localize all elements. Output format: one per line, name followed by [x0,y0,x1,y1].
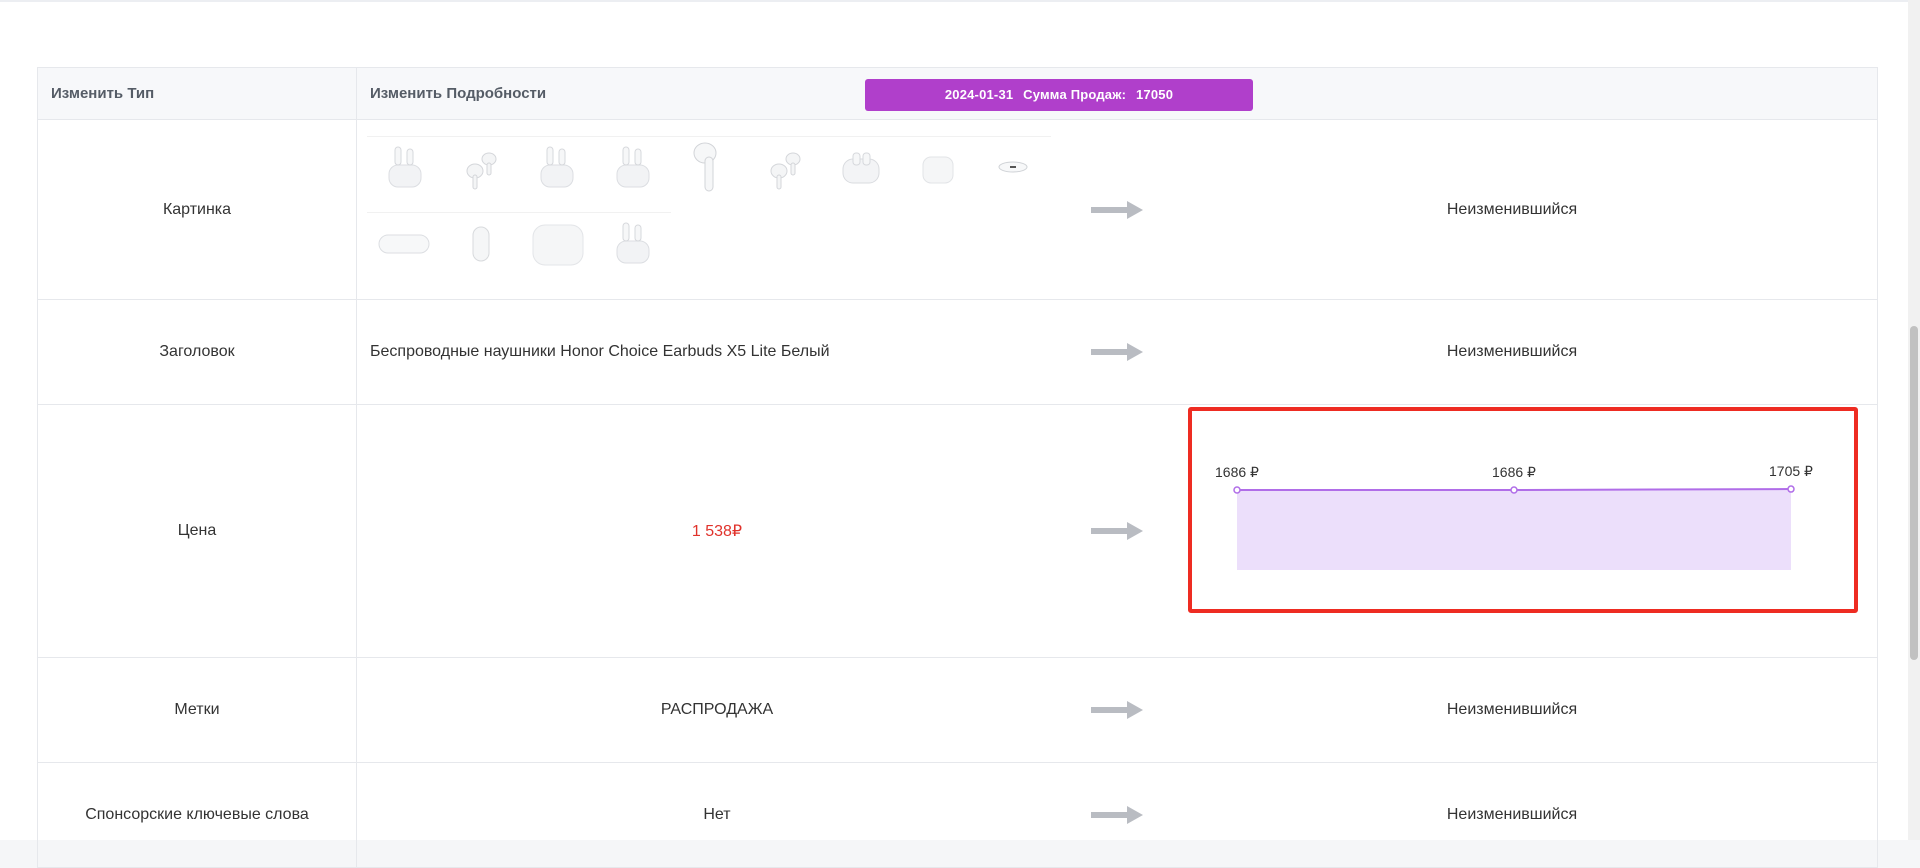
new-value: Неизменившийся [1446,806,1578,823]
vertical-scrollbar[interactable] [1908,0,1920,840]
single-earbud-icon[interactable] [671,136,747,196]
row-type-label: Цена [37,404,357,658]
earbuds-pair-icon[interactable] [747,136,823,196]
old-value: РАСПРОДАЖА [660,701,774,718]
arrow-right-icon [1091,343,1143,361]
new-value: Неизменившийся [1446,343,1578,360]
earbuds-case-icon[interactable] [823,136,899,196]
price-history-chart[interactable]: 1686 ₽ 1686 ₽ 1705 ₽ [1188,407,1858,613]
table-row: Цена 1 538₽ 1686 ₽ 1686 ₽ 1705 ₽ [37,404,1878,658]
table-row: Спонсорские ключевые слова Нет Неизменив… [37,762,1878,868]
old-price: 1 538₽ [691,523,743,540]
case-closed-icon[interactable] [519,212,595,272]
table-row: Картинка Неизменившийся [37,119,1878,300]
table-row: Метки РАСПРОДАЖА Неизменившийся [37,657,1878,763]
arrow-right-icon [1091,806,1143,824]
earbuds-case-open-icon[interactable] [367,136,443,196]
earbuds-case-open-icon[interactable] [595,136,671,196]
price-data-label: 1705 ₽ [1769,463,1813,479]
earbuds-case-open-icon[interactable] [595,212,671,272]
earbuds-pair-icon[interactable] [443,136,519,196]
sales-label: Сумма Продаж: [1023,87,1127,102]
table-header-row: Изменить Тип Изменить Подробности 2024-0… [37,67,1878,120]
earbuds-case-closed-icon[interactable] [899,136,975,196]
price-point[interactable] [1510,486,1518,494]
case-top-icon[interactable] [975,136,1051,196]
arrow-right-icon [1091,522,1143,540]
table-row: Заголовок Беспроводные наушники Honor Ch… [37,299,1878,405]
arrow-right-icon [1091,200,1143,219]
new-value: Неизменившийся [1446,701,1578,718]
price-chart-svg: 1686 ₽ 1686 ₽ 1705 ₽ [1215,463,1813,570]
changes-table: Изменить Тип Изменить Подробности 2024-0… [37,67,1878,868]
row-type-label: Метки [37,657,357,763]
sales-value: 17050 [1136,87,1174,102]
earbuds-case-open-icon[interactable] [519,136,595,196]
header-change-type: Изменить Тип [37,67,357,120]
old-value: Нет [703,806,731,823]
price-data-label: 1686 ₽ [1492,464,1536,480]
earbud-side-icon[interactable] [443,212,519,272]
price-point[interactable] [1233,486,1241,494]
sales-total-badge[interactable]: 2024-01-31 Сумма Продаж: 17050 [865,79,1253,111]
row-details: Беспроводные наушники Honor Choice Earbu… [356,299,1878,405]
price-area-fill [1237,489,1791,570]
case-side-icon[interactable] [367,212,443,272]
header-change-details: Изменить Подробности 2024-01-31 Сумма Пр… [356,67,1878,120]
sales-date: 2024-01-31 [944,87,1014,102]
row-type-label: Заголовок [37,299,357,405]
arrow-right-icon [1091,701,1143,719]
page: Изменить Тип Изменить Подробности 2024-0… [0,0,1908,868]
header-change-details-label: Изменить Подробности [370,85,547,102]
row-type-label: Картинка [37,119,357,300]
new-value: Неизменившийся [1446,200,1578,218]
price-data-label: 1686 ₽ [1215,464,1259,480]
old-value: Беспроводные наушники Honor Choice Earbu… [370,343,830,360]
row-details: Нет Неизменившийся [356,762,1878,868]
row-details: Неизменившийся [356,119,1878,300]
row-type-label: Спонсорские ключевые слова [37,762,357,868]
row-details: 1 538₽ 1686 ₽ 1686 ₽ 1705 ₽ [356,404,1878,658]
scrollbar-thumb[interactable] [1910,326,1918,660]
price-point[interactable] [1787,485,1795,493]
old-value: 1 538₽ [357,405,1077,657]
product-thumbnails [367,136,1067,272]
row-details: РАСПРОДАЖА Неизменившийся [356,657,1878,763]
